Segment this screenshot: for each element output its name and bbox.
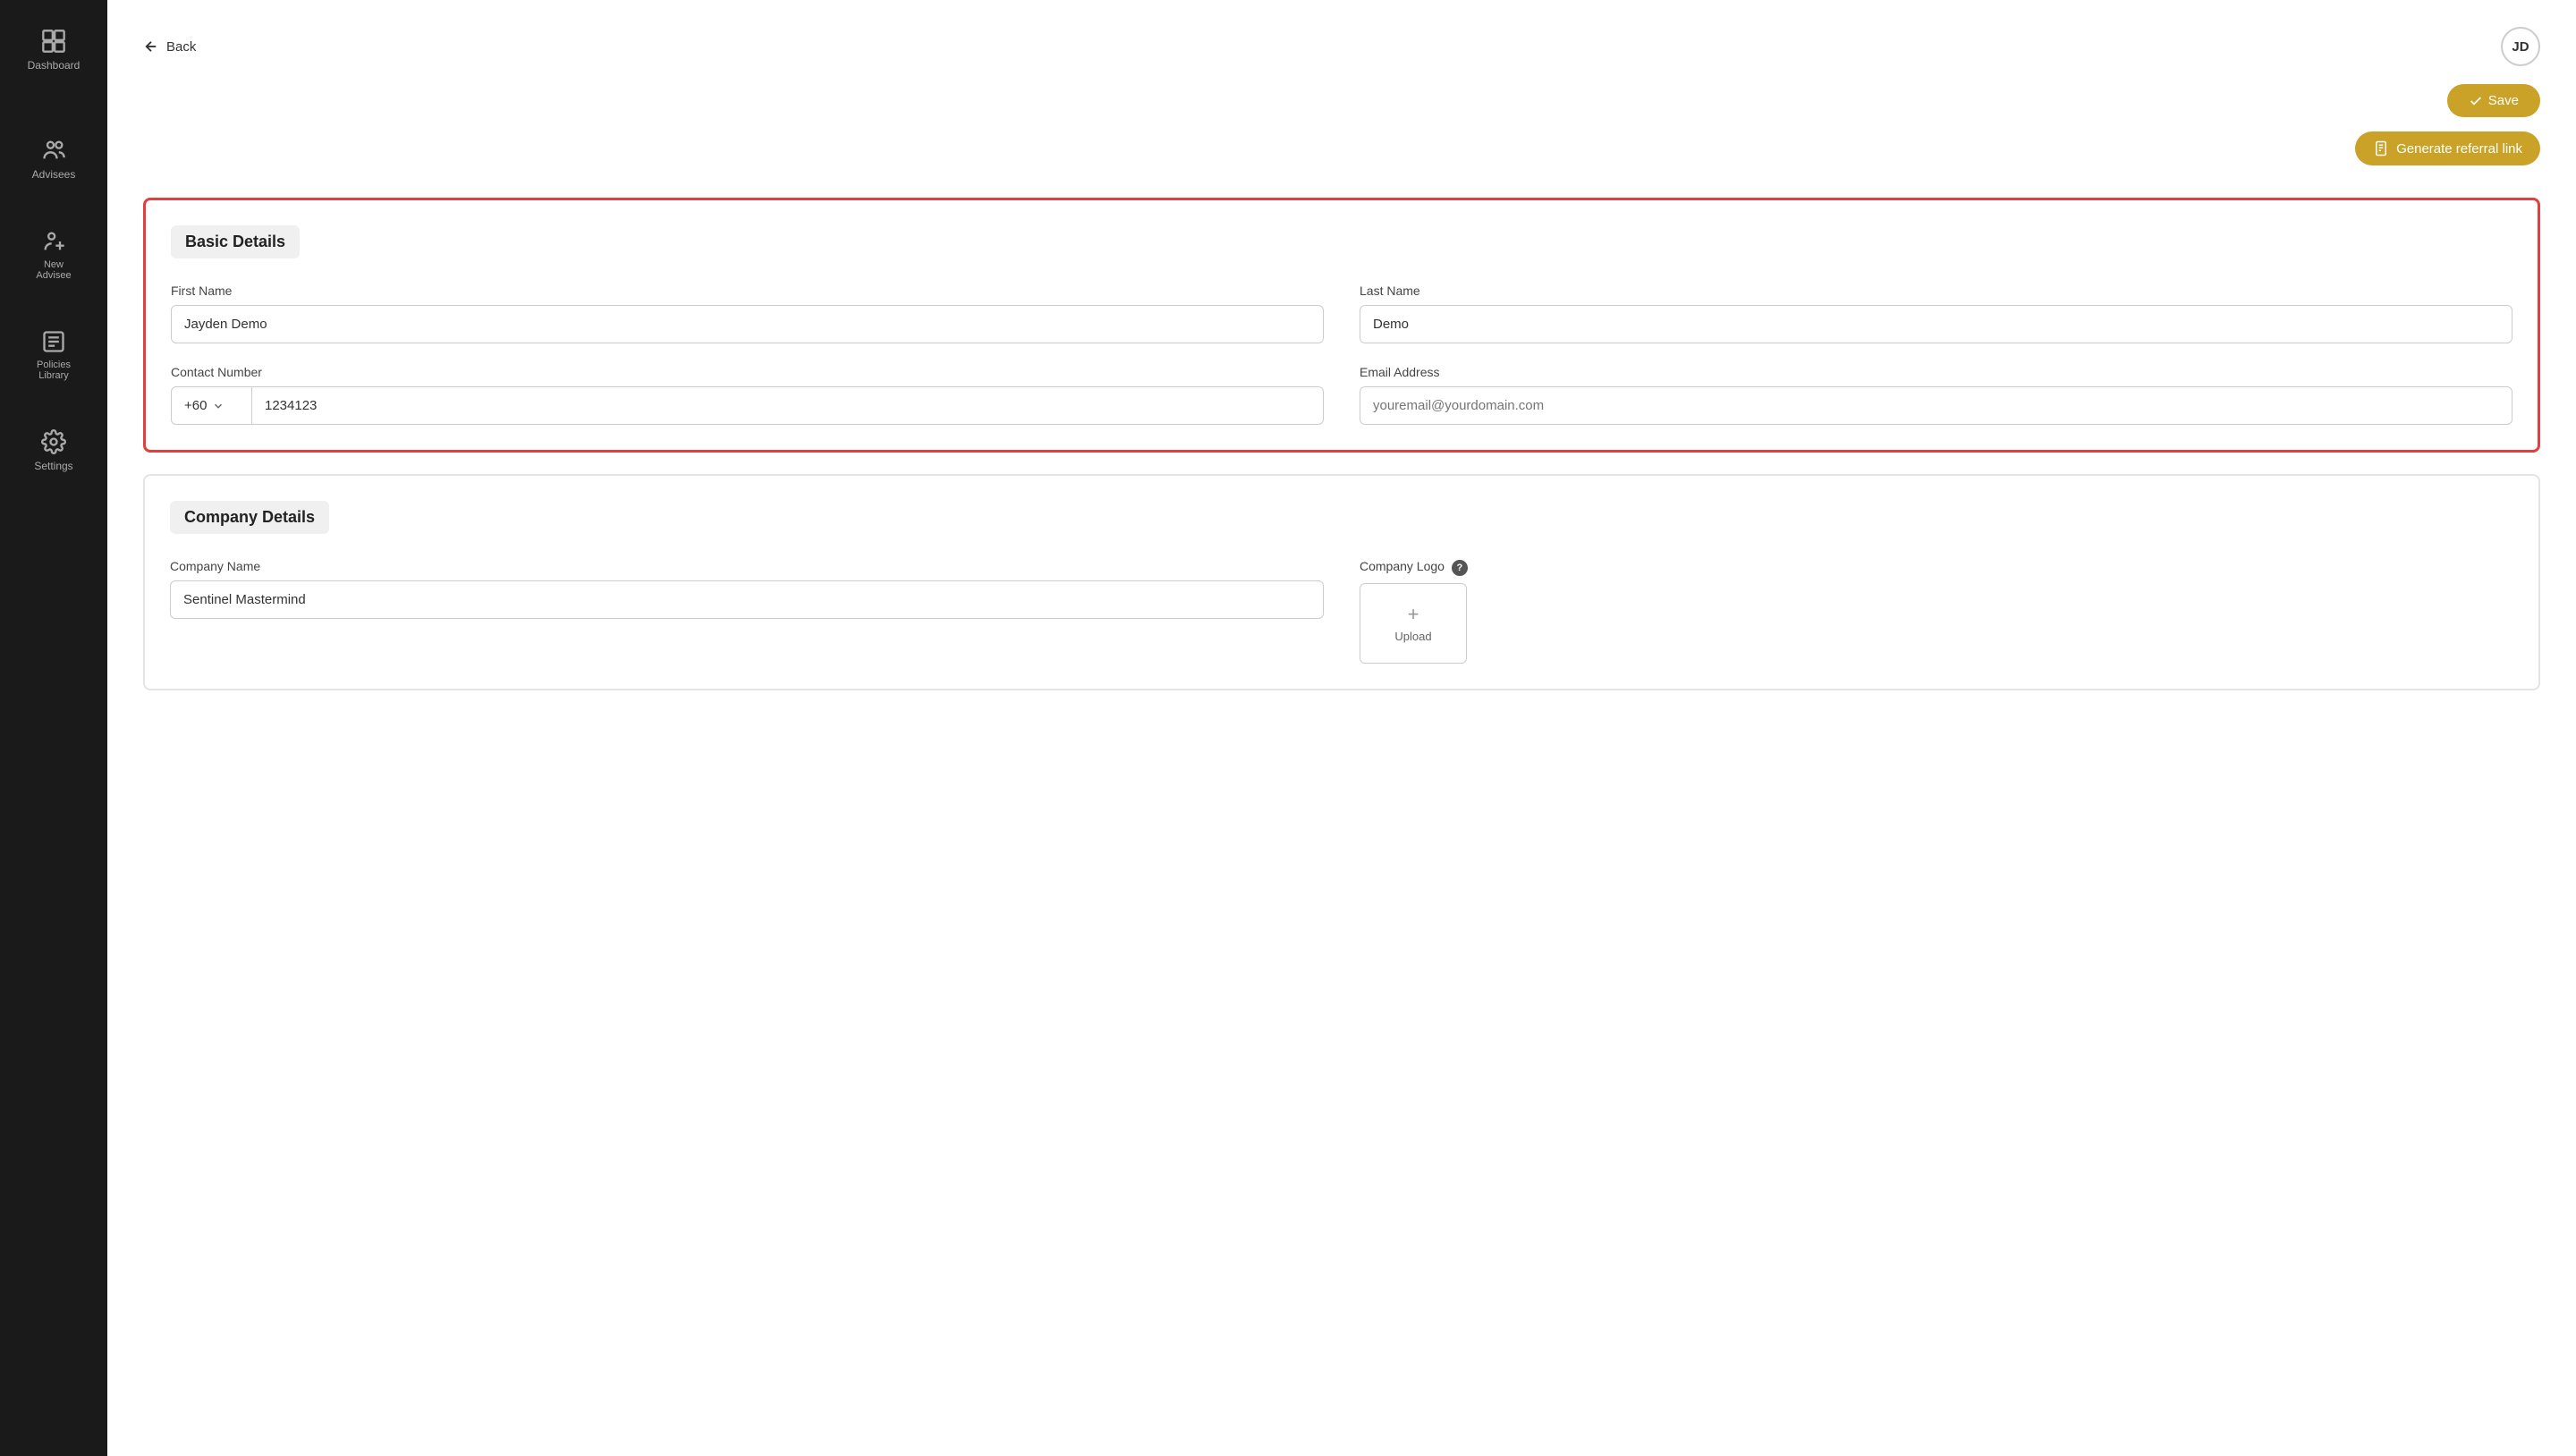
first-name-label: First Name	[171, 284, 1324, 298]
basic-details-form: First Name Last Name Contact Number +60	[171, 284, 2512, 425]
contact-group: Contact Number +60	[171, 365, 1324, 425]
phone-group: +60	[171, 386, 1324, 425]
link-icon	[2373, 140, 2389, 157]
help-icon[interactable]: ?	[1452, 560, 1468, 576]
header-row: Back JD	[143, 27, 2540, 66]
company-logo-label: Company Logo ?	[1360, 559, 2513, 576]
sidebar-item-new-advisee[interactable]: NewAdvisee	[0, 218, 107, 292]
upload-label: Upload	[1394, 630, 1431, 643]
policies-icon	[41, 329, 66, 354]
basic-details-title: Basic Details	[171, 225, 300, 258]
first-name-group: First Name	[171, 284, 1324, 343]
sidebar-label-dashboard: Dashboard	[28, 59, 80, 72]
email-input[interactable]	[1360, 386, 2512, 425]
generate-label: Generate referral link	[2396, 141, 2522, 157]
company-name-label: Company Name	[170, 559, 1324, 573]
phone-code-value: +60	[184, 398, 207, 413]
save-label: Save	[2488, 93, 2519, 108]
sidebar-label-advisees: Advisees	[32, 168, 76, 181]
plus-icon: +	[1408, 605, 1419, 624]
sidebar-item-settings[interactable]: Settings	[0, 419, 107, 483]
back-button[interactable]: Back	[143, 38, 196, 55]
generate-referral-button[interactable]: Generate referral link	[2355, 131, 2540, 165]
main-content: Back JD Save Generate referral link Basi	[107, 0, 2576, 1456]
sidebar: Dashboard Advisees NewAdvisee PoliciesLi…	[0, 0, 107, 1456]
upload-box[interactable]: + Upload	[1360, 583, 1467, 664]
advisees-icon	[41, 138, 66, 163]
email-group: Email Address	[1360, 365, 2512, 425]
avatar[interactable]: JD	[2501, 27, 2540, 66]
sidebar-label-new-advisee: NewAdvisee	[36, 259, 71, 281]
sidebar-label-policies: PoliciesLibrary	[37, 360, 71, 381]
back-label: Back	[166, 39, 196, 55]
last-name-input[interactable]	[1360, 305, 2512, 343]
save-button[interactable]: Save	[2447, 84, 2540, 117]
sidebar-label-settings: Settings	[34, 460, 72, 472]
sidebar-item-advisees[interactable]: Advisees	[0, 127, 107, 191]
sidebar-item-policies-library[interactable]: PoliciesLibrary	[0, 318, 107, 392]
company-name-group: Company Name	[170, 559, 1324, 664]
phone-code-selector[interactable]: +60	[171, 386, 251, 425]
settings-icon	[41, 429, 66, 454]
phone-number-input[interactable]	[251, 386, 1324, 425]
first-name-input[interactable]	[171, 305, 1324, 343]
company-details-form: Company Name Company Logo ? + Upload	[170, 559, 2513, 664]
check-icon	[2469, 94, 2483, 108]
company-name-input[interactable]	[170, 580, 1324, 619]
company-details-title: Company Details	[170, 501, 329, 534]
top-right: JD	[2501, 27, 2540, 66]
email-label: Email Address	[1360, 365, 2512, 379]
last-name-label: Last Name	[1360, 284, 2512, 298]
company-details-card: Company Details Company Name Company Log…	[143, 474, 2540, 690]
contact-label: Contact Number	[171, 365, 1324, 379]
new-advisee-icon	[41, 229, 66, 254]
chevron-down-icon	[212, 400, 225, 412]
last-name-group: Last Name	[1360, 284, 2512, 343]
basic-details-card: Basic Details First Name Last Name Conta…	[143, 198, 2540, 453]
sidebar-item-dashboard[interactable]: Dashboard	[0, 18, 107, 82]
action-bar: Generate referral link	[143, 131, 2540, 183]
back-arrow-icon	[143, 38, 159, 55]
dashboard-icon	[41, 29, 66, 54]
company-logo-group: Company Logo ? + Upload	[1360, 559, 2513, 664]
